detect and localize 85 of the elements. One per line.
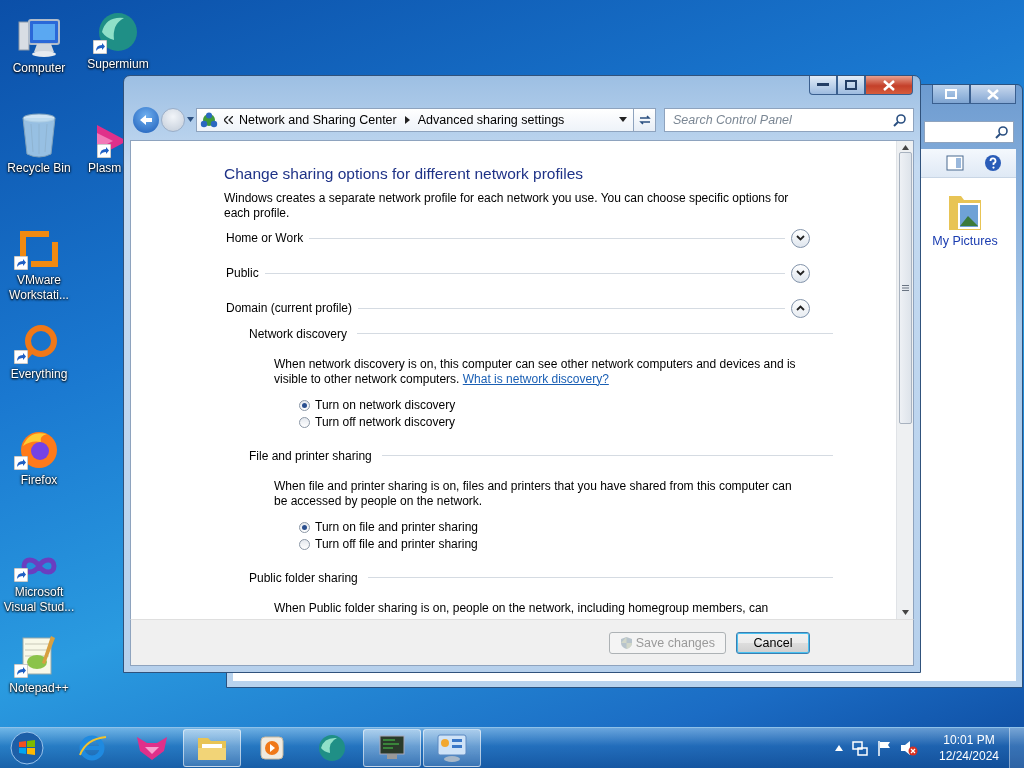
speaker-muted-icon[interactable]	[900, 740, 918, 756]
option-label[interactable]: Turn off file and printer sharing	[315, 537, 478, 551]
description-text: When network discovery is on, this computer can see other network computers and devices and is visible to other network computers. What is network discovery?	[274, 356, 797, 387]
profile-label: Public	[226, 266, 259, 280]
minimize-button[interactable]	[809, 76, 837, 95]
desktop-icon-label[interactable]: VMware Workstati...	[0, 273, 78, 303]
search-icon	[995, 125, 1009, 139]
intro-text: Windows creates a separate network profile for each network you use. You can choose specific options for each profile.	[224, 190, 790, 221]
section-title: Network discovery	[249, 326, 348, 341]
scroll-down-icon[interactable]	[901, 610, 909, 616]
desktop-icon-label[interactable]: Recycle Bin	[0, 161, 78, 176]
breadcrumb[interactable]: Network and Sharing Center	[239, 112, 397, 127]
radio-button[interactable]	[299, 399, 310, 411]
option-label[interactable]: Turn on network discovery	[315, 398, 456, 412]
profile-label: Home or Work	[226, 231, 304, 245]
network-icon[interactable]	[852, 740, 868, 756]
option-label[interactable]: Turn off network discovery	[315, 415, 456, 429]
page-heading: Change sharing options for different network profiles	[224, 164, 584, 183]
play-icon	[259, 735, 285, 761]
supermium-icon	[96, 10, 140, 54]
maximize-button[interactable]	[932, 85, 970, 104]
radio-button[interactable]	[299, 521, 310, 533]
search-icon	[893, 112, 907, 127]
chevron-down-icon	[796, 270, 805, 276]
description-text: When Public folder sharing is on, people on the network, including homegroup members, can	[274, 600, 770, 616]
maximize-button[interactable]	[837, 76, 865, 95]
show-hidden-icons-icon[interactable]	[835, 745, 843, 751]
breadcrumb[interactable]: Advanced sharing settings	[417, 112, 565, 127]
search-field[interactable]: Search Control Panel	[664, 107, 914, 132]
folder-label[interactable]: My Pictures	[932, 234, 998, 248]
profile-label: Domain (current profile)	[226, 301, 353, 315]
desktop-icon-label[interactable]: Firefox	[0, 473, 78, 488]
scroll-thumb[interactable]	[898, 151, 912, 424]
show-desktop-button[interactable]	[1009, 728, 1024, 768]
shield-icon	[619, 635, 633, 650]
internet-explorer-icon	[77, 733, 107, 763]
dropdown-arrow-icon[interactable]	[619, 117, 627, 123]
search-field[interactable]	[924, 121, 1014, 143]
vmware-icon	[19, 230, 59, 270]
cancel-button[interactable]: Cancel	[736, 631, 810, 654]
flag-icon[interactable]	[877, 740, 891, 756]
expand-button[interactable]	[791, 228, 810, 248]
search-placeholder: Search Control Panel	[673, 112, 793, 127]
chevron-down-icon	[796, 235, 805, 241]
back-button[interactable]	[133, 106, 159, 133]
help-icon[interactable]	[984, 154, 1002, 172]
scrollbar[interactable]	[896, 140, 913, 620]
desktop-icon-label[interactable]: Everything	[0, 367, 78, 382]
help-link[interactable]: What is network discovery?	[462, 371, 609, 386]
close-icon	[883, 79, 895, 91]
option-label[interactable]: Turn on file and printer sharing	[315, 520, 478, 534]
maximize-icon	[945, 89, 957, 99]
monitor-icon	[377, 734, 407, 762]
section-title: File and printer sharing	[249, 448, 372, 463]
clock[interactable]: 10:01 PM 12/24/2024	[937, 732, 1001, 764]
maximize-icon	[845, 80, 857, 90]
taskbar-button[interactable]	[363, 729, 421, 767]
back-arrow-icon	[139, 113, 153, 126]
minimize-icon	[817, 83, 829, 87]
radio-button[interactable]	[299, 538, 310, 550]
control-panel-icon	[436, 733, 468, 763]
refresh-button[interactable]	[634, 107, 656, 132]
expand-button[interactable]	[791, 263, 810, 283]
chevron-up-icon	[796, 305, 805, 311]
close-icon	[987, 88, 999, 100]
windows-logo-icon	[10, 731, 44, 765]
desktop-icon-label[interactable]: Plasm	[88, 161, 122, 176]
address-bar[interactable]: Network and Sharing Center Advanced sharing settings	[196, 107, 634, 132]
refresh-icon	[637, 113, 652, 126]
supermium-icon	[316, 732, 348, 764]
grip-icon	[901, 284, 909, 291]
chevrons-icon[interactable]	[224, 115, 233, 124]
close-button[interactable]	[865, 76, 913, 95]
start-button[interactable]	[7, 728, 47, 768]
section-title: Public folder sharing	[249, 570, 358, 585]
breadcrumb-arrow-icon[interactable]	[404, 115, 410, 124]
description-text: When file and printer sharing is on, files and printers that you have shared from this computer can be accessed by people on the network.	[274, 478, 793, 509]
close-button[interactable]	[970, 85, 1016, 104]
network-icon	[200, 111, 218, 128]
fox-icon	[135, 735, 169, 761]
radio-button[interactable]	[299, 416, 310, 428]
taskbar-button[interactable]	[183, 729, 241, 767]
expand-button[interactable]	[791, 298, 810, 318]
desktop-icon-label[interactable]: Computer	[0, 61, 78, 76]
desktop-icon-label[interactable]: Supermium	[79, 57, 157, 72]
